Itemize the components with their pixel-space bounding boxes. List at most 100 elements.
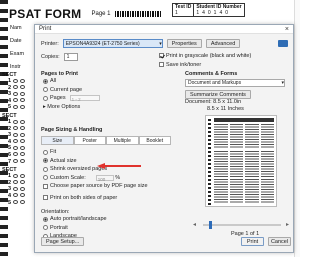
paper-source-label: Choose paper source by PDF page size (50, 183, 148, 189)
grayscale-checkbox[interactable] (159, 53, 164, 59)
answer-row: 2 (2, 85, 34, 92)
chevron-down-icon: ▾ (281, 80, 284, 86)
sizing-heading: Page Sizing & Handling (41, 127, 103, 133)
copies-stepper[interactable]: 1 (63, 53, 78, 61)
orientation-group: Orientation: Auto portrait/landscape Por… (41, 209, 107, 241)
page-slider[interactable]: ◂ ▸ (193, 221, 289, 229)
portrait-label: Portrait (50, 224, 68, 231)
auto-orientation-label: Auto portrait/landscape (50, 216, 107, 222)
form-label: Date (10, 38, 22, 44)
form-label: Nam (10, 25, 22, 31)
form-title: PSAT FORM (9, 7, 82, 21)
save-ink-checkbox[interactable] (159, 62, 164, 68)
printer-row: Printer: EPSON4A9324 (ET-2750 Series) ▾ … (41, 39, 241, 48)
current-page-label: Current page (50, 86, 83, 93)
form-page-label: Page 1 (91, 11, 111, 17)
more-options-link[interactable]: More Options (47, 103, 80, 112)
slider-track[interactable] (203, 224, 281, 226)
answer-row: 5 (2, 145, 34, 152)
copies-row: Copies: 1 (41, 53, 78, 61)
grayscale-label: Print in grayscale (black and white) (166, 53, 252, 59)
table-cell: 0 (207, 10, 211, 16)
answer-row: 1 (2, 173, 34, 180)
help-icon[interactable] (278, 40, 288, 47)
table-cell: 4 (219, 10, 223, 16)
preview-answer-grid (214, 124, 274, 204)
cancel-button[interactable]: Cancel (268, 237, 291, 246)
comments-value: Document and Markups (188, 80, 242, 86)
preview-timing-marks (208, 119, 211, 205)
both-sides-checkbox[interactable] (43, 195, 48, 201)
current-page-radio[interactable] (43, 87, 48, 93)
chevron-right-icon[interactable]: ▸ (286, 221, 289, 228)
answer-row: 4 (2, 193, 34, 200)
answer-row: 3 (2, 132, 34, 139)
auto-orientation-radio[interactable] (43, 216, 48, 222)
custom-scale-radio[interactable] (43, 175, 48, 181)
advanced-button[interactable]: Advanced (205, 39, 241, 48)
answer-row: 4 (2, 139, 34, 146)
actual-size-radio[interactable] (43, 158, 48, 164)
comments-select[interactable]: Document and Markups ▾ (185, 79, 285, 87)
page-setup-button[interactable]: Page Setup... (41, 237, 85, 246)
form-label: Exam (10, 51, 25, 57)
tab-multiple[interactable]: Multiple (106, 136, 139, 145)
pages-label: Pages (50, 95, 66, 101)
answer-row: 3 (2, 91, 34, 98)
copies-value: 1 (66, 54, 70, 60)
answer-row: 5 (2, 200, 34, 207)
tab-booklet[interactable]: Booklet (138, 136, 171, 145)
document-size: Document: 8.5 x 11.0in (185, 99, 242, 105)
preview-header (214, 118, 274, 122)
shrink-radio[interactable] (43, 166, 48, 172)
custom-scale-label: Custom Scale: (50, 174, 86, 181)
print-button[interactable]: Print (241, 237, 264, 246)
answer-row: 1 (2, 119, 34, 126)
percent-unit: % (115, 174, 121, 181)
id-table: Test ID 1 Student ID Number 1 4 0 1 4 0 (172, 3, 245, 17)
table-cell: 1 (213, 10, 217, 16)
tab-poster[interactable]: Poster (73, 136, 106, 145)
paper-size: 8.5 x 11 Inches (207, 106, 244, 112)
window-edge (294, 0, 300, 257)
answer-row: 4 (2, 98, 34, 105)
table-cell: 1 (175, 10, 178, 16)
copies-label: Copies: (41, 54, 60, 60)
sizing-tabs: Size Poster Multiple Booklet (41, 136, 171, 145)
answer-sections: SECT 1 2 3 4 5 SECT 1 2 3 4 5 6 7 SECT 1… (2, 70, 34, 206)
table-cell: 1 (196, 10, 200, 16)
answer-row: 2 (2, 180, 34, 187)
summarize-comments-button[interactable]: Summarize Comments (185, 90, 251, 99)
all-radio[interactable] (43, 78, 48, 84)
pages-radio[interactable] (43, 95, 48, 101)
chevron-left-icon[interactable]: ◂ (193, 221, 196, 228)
printer-label: Printer: (41, 40, 59, 47)
both-sides-label: Print on both sides of paper (50, 194, 118, 201)
print-preview (205, 115, 277, 207)
dialog-title: Print (39, 26, 52, 32)
chevron-down-icon: ▾ (159, 40, 162, 47)
tab-size[interactable]: Size (41, 136, 74, 145)
answer-row: 2 (2, 126, 34, 133)
chevron-right-icon[interactable]: ▸ (43, 103, 46, 112)
close-icon[interactable]: × (285, 26, 289, 33)
comments-forms-group: Comments & Forms Document and Markups ▾ … (185, 71, 289, 99)
all-label: All (50, 78, 57, 84)
print-options: Print in grayscale (black and white) Sav… (159, 52, 251, 70)
test-id-column: Test ID 1 (172, 3, 194, 17)
properties-button[interactable]: Properties (166, 39, 202, 48)
print-dialog: Print × Printer: EPSON4A9324 (ET-2750 Se… (34, 24, 294, 253)
answer-row: 3 (2, 186, 34, 193)
printer-select[interactable]: EPSON4A9324 (ET-2750 Series) ▾ (62, 39, 163, 48)
pages-input[interactable]: 1 - 2 (69, 95, 100, 102)
save-ink-label: Save ink/toner (166, 62, 202, 68)
custom-scale-input[interactable]: 100 (95, 174, 114, 182)
actual-size-label: Actual size (50, 157, 77, 164)
slider-thumb[interactable] (209, 221, 212, 229)
portrait-radio[interactable] (43, 225, 48, 231)
paper-source-checkbox[interactable] (43, 183, 48, 189)
barcode-icon (114, 11, 161, 17)
form-header: PSAT FORM Page 1 (9, 7, 161, 21)
dialog-titlebar: Print × (35, 25, 293, 34)
fit-radio[interactable] (43, 149, 48, 155)
